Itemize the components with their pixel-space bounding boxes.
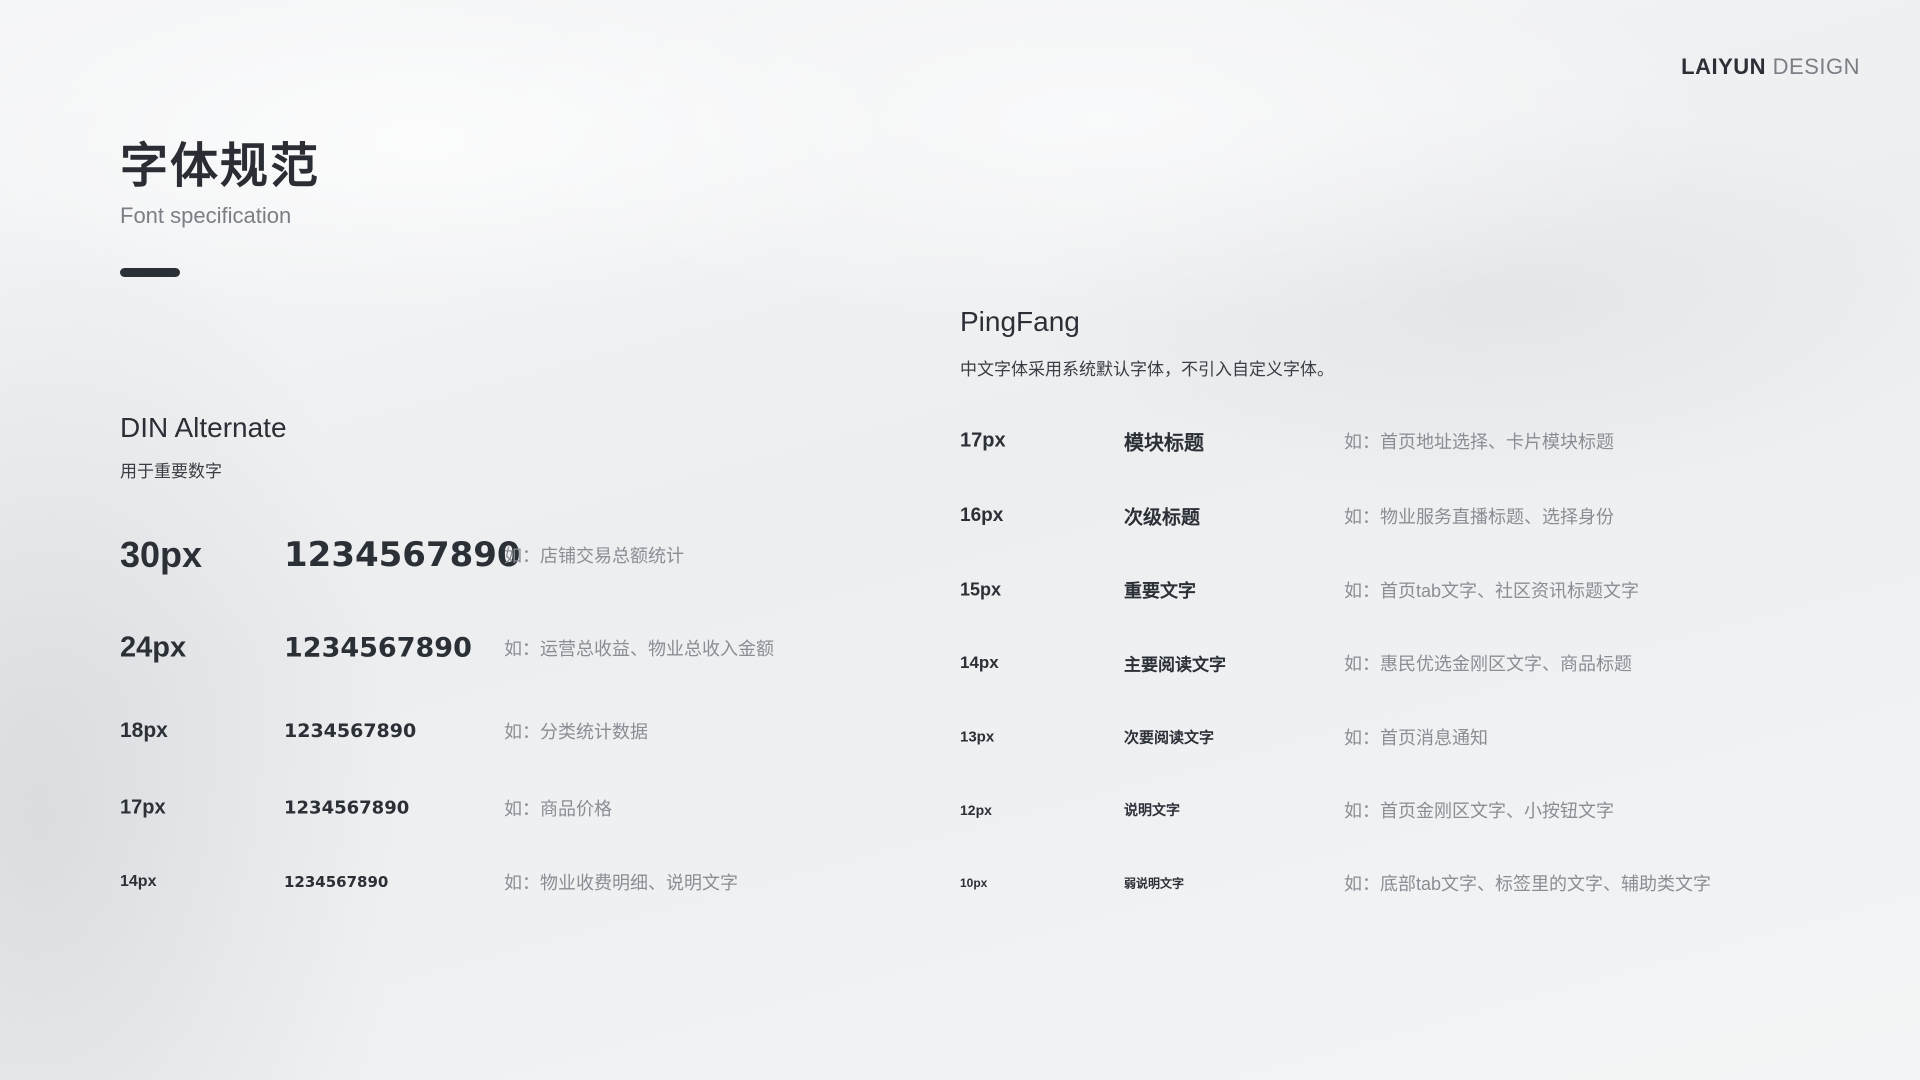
pingfang-size-label: 17px <box>960 429 1006 452</box>
pingfang-sample: 说明文字 <box>1124 802 1180 818</box>
pingfang-sample: 次要阅读文字 <box>1124 729 1215 747</box>
brand-logo: LAIYUN DESIGN <box>1681 54 1860 80</box>
pingfang-size-label: 12px <box>960 802 992 818</box>
din-sample: 1234567890 <box>284 632 472 664</box>
title-divider <box>120 268 180 277</box>
din-size-label: 18px <box>120 719 168 742</box>
pingfang-size-label: 15px <box>960 579 1002 600</box>
pingfang-example: 如：惠民优选金刚区文字、商品标题 <box>1344 654 1632 674</box>
din-sample: 1234567890 <box>284 797 410 819</box>
pingfang-sample: 模块标题 <box>1124 432 1204 455</box>
pingfang-example: 如：底部tab文字、标签里的文字、辅助类文字 <box>1344 874 1712 894</box>
pingfang-size-label: 14px <box>960 653 999 672</box>
pingfang-example: 如：首页tab文字、社区资讯标题文字 <box>1344 581 1640 601</box>
pingfang-size-label: 13px <box>960 728 995 746</box>
din-size-label: 24px <box>120 631 187 664</box>
din-example: 如：商品价格 <box>504 799 612 819</box>
din-sample: 1234567890 <box>284 873 389 891</box>
din-size-label: 30px <box>120 534 203 575</box>
din-example: 如：物业收费明细、说明文字 <box>504 873 738 893</box>
din-size-label: 17px <box>120 796 166 819</box>
brand-secondary: DESIGN <box>1772 54 1860 79</box>
pingfang-description: 中文字体采用系统默认字体，不引入自定义字体。 <box>960 360 1334 379</box>
pingfang-sample: 重要文字 <box>1124 581 1196 601</box>
din-size-label: 14px <box>120 873 157 890</box>
brand-primary: LAIYUN <box>1681 54 1767 79</box>
pingfang-example: 如：首页消息通知 <box>1344 728 1488 748</box>
page-title: 字体规范 <box>120 140 321 193</box>
din-example: 如：店铺交易总额统计 <box>504 546 684 566</box>
din-heading: DIN Alternate <box>120 412 287 443</box>
din-sample: 1234567890 <box>284 720 417 742</box>
pingfang-example: 如：首页地址选择、卡片模块标题 <box>1344 432 1614 452</box>
pingfang-size-label: 16px <box>960 505 1004 526</box>
pingfang-sample: 次级标题 <box>1124 507 1201 529</box>
pingfang-example: 如：首页金刚区文字、小按钮文字 <box>1344 801 1614 821</box>
din-example: 如：分类统计数据 <box>504 722 648 742</box>
pingfang-heading: PingFang <box>960 306 1080 337</box>
din-description: 用于重要数字 <box>120 462 222 481</box>
pingfang-example: 如：物业服务直播标题、选择身份 <box>1344 507 1614 527</box>
din-sample: 1234567890 <box>284 535 521 575</box>
pingfang-sample: 弱说明文字 <box>1124 876 1185 891</box>
din-example: 如：运营总收益、物业总收入金额 <box>504 639 774 659</box>
page-subtitle: Font specification <box>120 203 292 228</box>
pingfang-size-label: 10px <box>960 876 988 890</box>
pingfang-sample: 主要阅读文字 <box>1124 655 1226 675</box>
